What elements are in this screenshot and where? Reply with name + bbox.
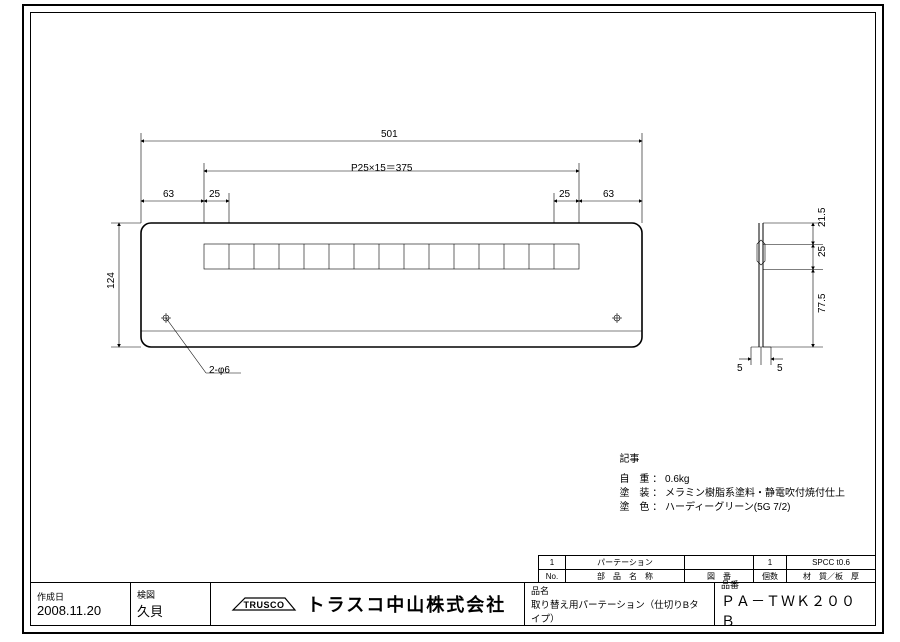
tb-partno-label: 品番 [721, 578, 869, 591]
drawing-canvas [31, 13, 879, 629]
note-finish-label: 塗 装 ： [619, 488, 662, 499]
parts-row-no: 1 [539, 556, 566, 570]
tb-company-name: トラスコ中山株式会社 [307, 591, 507, 617]
notes-header: 記事 [619, 453, 845, 467]
tb-product-label: 品名 [531, 584, 708, 597]
dim-25-right: 25 [559, 189, 570, 200]
dim-side-21-5: 21.5 [817, 208, 828, 227]
tb-check-label: 検図 [137, 588, 204, 601]
dim-height: 124 [106, 272, 117, 289]
dim-overall-width: 501 [381, 129, 398, 140]
note-weight-value: 0.6kg [665, 474, 689, 485]
dim-25-left: 25 [209, 189, 220, 200]
tb-company: TRUSCO トラスコ中山株式会社 [211, 583, 525, 625]
tb-check: 検図 久貝 [131, 583, 211, 625]
tb-created: 作成日 2008.11.20 [31, 583, 131, 625]
parts-head-no: No. [539, 570, 566, 584]
svg-text:TRUSCO: TRUSCO [243, 600, 284, 610]
note-color-label: 塗 色 ： [619, 502, 662, 513]
parts-row: 1 パーテーション 1 SPCC t0.6 [539, 556, 876, 570]
title-block: 作成日 2008.11.20 検図 久貝 TRUSCO トラスコ中山株式会社 品… [31, 582, 875, 625]
note-weight-label: 自 重 ： [619, 474, 662, 485]
note-finish-value: メラミン樹脂系塗料・静電吹付焼付仕上 [665, 488, 845, 499]
tb-check-value: 久貝 [137, 601, 204, 620]
tb-product: 品名 取り替え用パーテーション（仕切りBタイプ） [525, 583, 715, 625]
note-color-value: ハーディーグリーン(5G 7/2) [665, 502, 790, 513]
dim-side-77-5: 77.5 [817, 294, 828, 313]
drawing-sheet-outer: 501 P25×15＝375 63 25 25 63 124 2-φ6 21.5… [22, 4, 884, 634]
tb-partno-value: ＰＡ－ＴＷＫ２００Ｂ [721, 591, 869, 631]
tb-created-value: 2008.11.20 [37, 603, 124, 618]
parts-row-name: パーテーション [566, 556, 685, 570]
dim-hole-note: 2-φ6 [209, 365, 230, 376]
parts-row-qty: 1 [754, 556, 787, 570]
parts-head-name: 部 品 名 称 [566, 570, 685, 584]
tb-product-value: 取り替え用パーテーション（仕切りBタイプ） [531, 597, 708, 625]
notes-block: 記事 自 重 ： 0.6kg 塗 装 ： メラミン樹脂系塗料・静電吹付焼付仕上 … [619, 453, 845, 515]
drawing-sheet-inner: 501 P25×15＝375 63 25 25 63 124 2-φ6 21.5… [30, 12, 876, 626]
dim-margin-left: 63 [163, 189, 174, 200]
parts-row-material: SPCC t0.6 [787, 556, 876, 570]
dim-pitch: P25×15＝375 [351, 159, 412, 174]
tb-partno: 品番 ＰＡ－ＴＷＫ２００Ｂ [715, 583, 875, 625]
dim-side-5b: 5 [777, 363, 783, 374]
tb-created-label: 作成日 [37, 590, 124, 603]
dim-side-25: 25 [817, 246, 828, 257]
parts-row-dwg [685, 556, 754, 570]
dim-margin-right: 63 [603, 189, 614, 200]
dim-side-5a: 5 [737, 363, 743, 374]
logo-mark: TRUSCO [229, 594, 299, 614]
trusco-logo-icon: TRUSCO [229, 594, 299, 614]
